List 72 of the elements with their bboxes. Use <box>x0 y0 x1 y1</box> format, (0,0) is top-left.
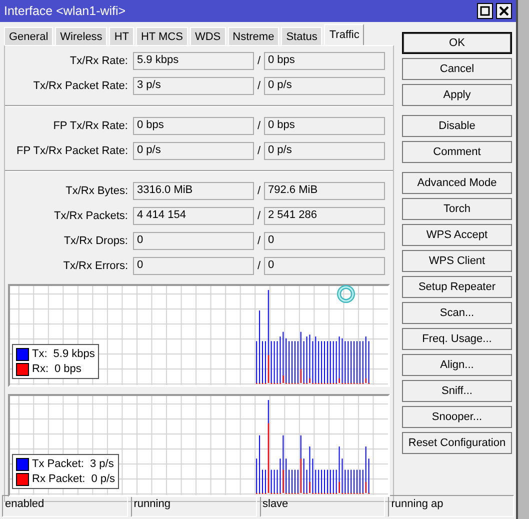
close-button[interactable] <box>496 3 512 19</box>
action-button[interactable]: WPS Client <box>402 250 512 272</box>
tab[interactable]: Nstreme <box>228 27 280 45</box>
legend-value: 3 p/s <box>90 458 114 470</box>
separator-text: / <box>256 120 262 132</box>
legend-label: Rx: <box>32 363 48 375</box>
tab[interactable]: Wireless <box>55 27 108 45</box>
tab[interactable]: HT <box>109 27 134 45</box>
field-label: Tx/Rx Errors: <box>62 260 129 272</box>
field-label: FP Tx/Rx Packet Rate: <box>16 145 129 157</box>
status-cell: running <box>130 495 256 517</box>
tx-value-field[interactable]: 5.9 kbps <box>133 52 254 70</box>
separator-text: / <box>256 235 262 247</box>
status-cell: enabled <box>2 495 128 517</box>
action-button[interactable]: Reset Configuration <box>402 432 512 454</box>
tab[interactable]: Status <box>281 27 322 45</box>
field-label: Tx/Rx Packets: <box>53 210 129 222</box>
rx-value-field[interactable]: 0 p/s <box>264 142 385 160</box>
tx-value-field[interactable]: 0 p/s <box>133 142 254 160</box>
rx-value-field[interactable]: 2 541 286 <box>264 207 385 225</box>
tab[interactable]: General <box>4 27 54 45</box>
tx-value-field[interactable]: 0 <box>133 232 254 250</box>
tx-value-field[interactable]: 0 bps <box>133 117 254 135</box>
legend-label: Tx: <box>32 348 48 360</box>
action-button[interactable]: Freq. Usage... <box>402 328 512 350</box>
maximize-button[interactable] <box>477 3 493 19</box>
action-button[interactable]: Align... <box>402 354 512 376</box>
action-button[interactable]: Torch <box>402 198 512 220</box>
tab[interactable]: Traffic <box>324 24 364 45</box>
action-button[interactable]: Disable <box>402 115 512 137</box>
field-label: Tx/Rx Packet Rate: <box>32 80 129 92</box>
tab[interactable]: WDS <box>190 27 226 45</box>
loading-spinner-icon <box>336 284 356 304</box>
action-button[interactable]: Sniff... <box>402 380 512 402</box>
field-label: FP Tx/Rx Rate: <box>52 120 129 132</box>
action-button[interactable]: OK <box>402 32 512 54</box>
tx-value-field[interactable]: 3 p/s <box>133 77 254 95</box>
separator-text: / <box>256 145 262 157</box>
tab[interactable]: HT MCS <box>136 27 188 45</box>
legend-value: 0 p/s <box>91 473 116 485</box>
action-button[interactable]: Comment <box>402 141 512 163</box>
action-button[interactable]: WPS Accept <box>402 224 512 246</box>
legend-label: Tx Packet: <box>32 458 84 470</box>
tx-value-field[interactable]: 4 414 154 <box>133 207 254 225</box>
tx-value-field[interactable]: 3316.0 MiB <box>133 182 254 200</box>
action-button[interactable]: Apply <box>402 84 512 106</box>
rx-value-field[interactable]: 0 bps <box>264 117 385 135</box>
action-button[interactable]: Scan... <box>402 302 512 324</box>
window-title: Interface <wlan1-wifi> <box>4 4 127 18</box>
legend-label: Rx Packet: <box>32 473 86 485</box>
tx-value-field[interactable]: 0 <box>133 257 254 275</box>
separator-text: / <box>256 185 262 197</box>
separator-text: / <box>256 210 262 222</box>
status-cell: running ap <box>388 495 514 517</box>
status-cell: slave <box>260 495 386 517</box>
action-button[interactable]: Advanced Mode <box>402 172 512 194</box>
rx-value-field[interactable]: 0 <box>264 232 385 250</box>
rx-value-field[interactable]: 0 bps <box>264 52 385 70</box>
field-label: Tx/Rx Rate: <box>68 55 129 67</box>
field-label: Tx/Rx Bytes: <box>64 185 129 197</box>
rx-value-field[interactable]: 0 <box>264 257 385 275</box>
separator-text: / <box>256 80 262 92</box>
separator-text: / <box>256 55 262 67</box>
action-button[interactable]: Cancel <box>402 58 512 80</box>
rx-value-field[interactable]: 792.6 MiB <box>264 182 385 200</box>
field-label: Tx/Rx Drops: <box>62 235 129 247</box>
action-button[interactable]: Snooper... <box>402 406 512 428</box>
legend-value: 5.9 kbps <box>53 348 95 360</box>
separator-text: / <box>256 260 262 272</box>
action-button[interactable]: Setup Repeater <box>402 276 512 298</box>
rx-value-field[interactable]: 0 p/s <box>264 77 385 95</box>
legend-value: 0 bps <box>54 363 82 375</box>
